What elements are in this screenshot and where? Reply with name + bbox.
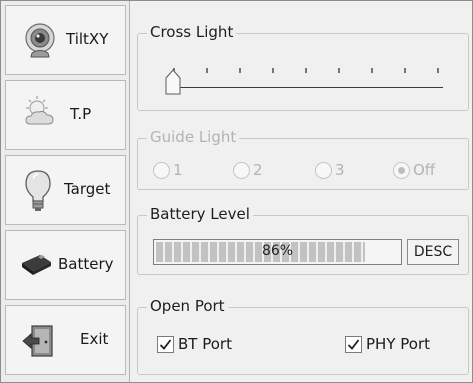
slider-thumb[interactable] xyxy=(165,69,181,95)
guide-light-option-1[interactable]: 1 xyxy=(153,161,183,179)
radio-circle xyxy=(315,161,332,179)
guide-light-option-2[interactable]: 2 xyxy=(233,161,263,179)
radio-label: 2 xyxy=(253,161,263,179)
checkmark-icon xyxy=(347,338,360,350)
cross-light-title: Cross Light xyxy=(147,23,237,41)
app-window: TiltXY T.P Target Battery Exit Cross Lig… xyxy=(0,0,473,383)
bt-port-checkbox[interactable]: BT Port xyxy=(157,335,232,353)
exit-door-icon xyxy=(22,324,56,362)
battery-progress-bar: 86% xyxy=(153,239,402,265)
checkbox-box xyxy=(157,335,174,353)
nav-button-tiltxy[interactable]: TiltXY xyxy=(5,5,126,75)
webcam-icon xyxy=(24,23,56,63)
battery-icon xyxy=(18,253,54,281)
radio-label: Off xyxy=(413,161,436,179)
battery-percent-text: 86% xyxy=(261,243,294,259)
open-port-title: Open Port xyxy=(147,297,228,315)
guide-light-title: Guide Light xyxy=(147,128,240,146)
settings-panel: Cross Light Guide Light 1 2 3 Off Batter… xyxy=(137,1,471,382)
checkmark-icon xyxy=(159,338,172,350)
nav-label-tp: T.P xyxy=(70,105,92,123)
checkbox-box xyxy=(345,335,362,353)
radio-label: 1 xyxy=(173,161,183,179)
slider-track xyxy=(169,87,443,88)
desc-button[interactable]: DESC xyxy=(407,239,459,265)
radio-circle xyxy=(153,161,170,179)
nav-label-exit: Exit xyxy=(80,330,109,348)
bt-port-label: BT Port xyxy=(178,335,232,353)
phy-port-checkbox[interactable]: PHY Port xyxy=(345,335,430,353)
nav-label-battery: Battery xyxy=(58,255,114,273)
phy-port-label: PHY Port xyxy=(366,335,430,353)
nav-button-target[interactable]: Target xyxy=(5,155,126,225)
guide-light-option-3[interactable]: 3 xyxy=(315,161,345,179)
nav-button-tp[interactable]: T.P xyxy=(5,80,126,150)
radio-circle-selected xyxy=(393,161,410,179)
cross-light-slider[interactable] xyxy=(163,61,449,101)
guide-light-options: 1 2 3 Off xyxy=(153,161,463,181)
slider-ticks xyxy=(163,61,449,73)
radio-circle xyxy=(233,161,250,179)
nav-label-target: Target xyxy=(64,180,111,198)
battery-level-title: Battery Level xyxy=(147,205,253,223)
weather-icon xyxy=(20,95,60,133)
side-nav: TiltXY T.P Target Battery Exit xyxy=(1,1,130,382)
lightbulb-icon xyxy=(24,169,52,217)
radio-label: 3 xyxy=(335,161,345,179)
nav-label-tiltxy: TiltXY xyxy=(66,30,109,48)
nav-button-exit[interactable]: Exit xyxy=(5,305,126,375)
guide-light-option-off[interactable]: Off xyxy=(393,161,435,179)
nav-button-battery[interactable]: Battery xyxy=(5,230,126,300)
